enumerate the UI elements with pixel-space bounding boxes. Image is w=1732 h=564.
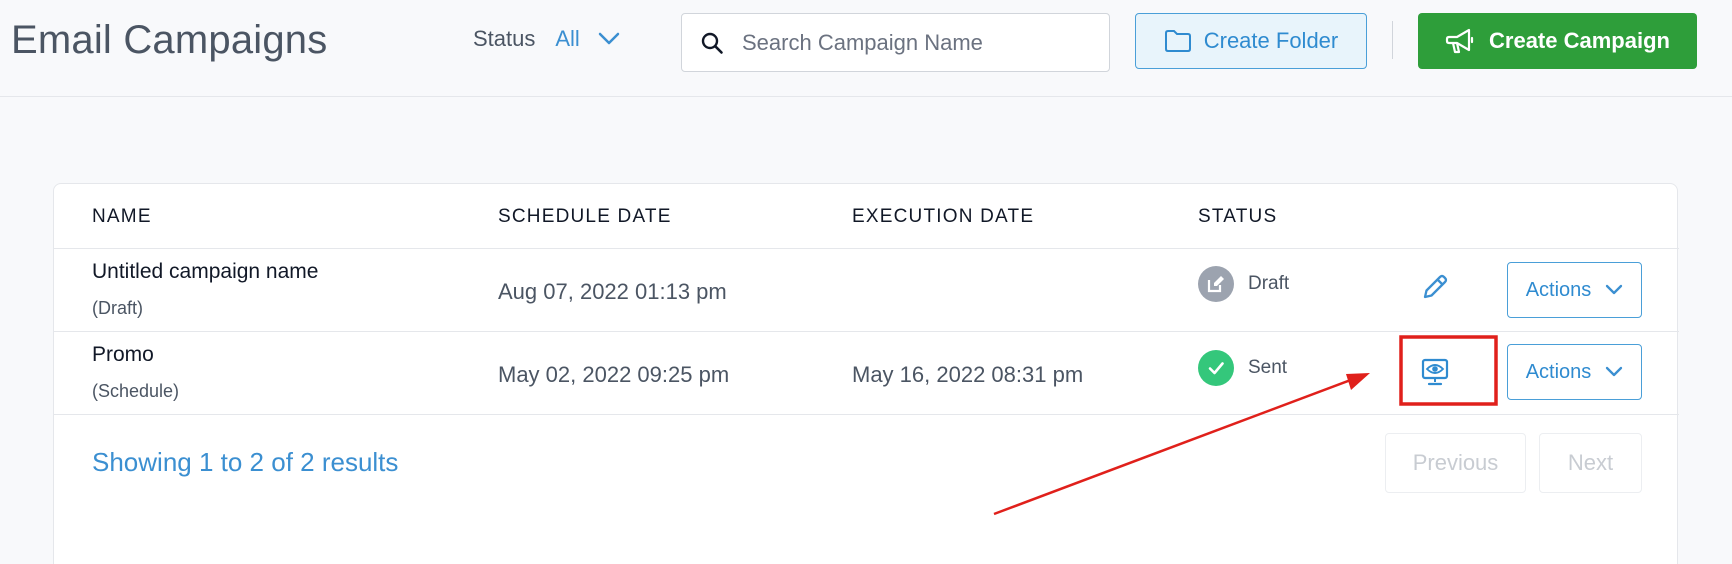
preview-eye-icon[interactable] [1418,355,1452,389]
search-box[interactable] [681,13,1110,72]
page-header: Email Campaigns Status All Create Folder… [0,0,1732,97]
campaign-name[interactable]: Promo [92,343,154,367]
create-folder-button[interactable]: Create Folder [1135,13,1367,69]
status-filter-label: Status [473,26,536,51]
row-divider [54,331,1679,332]
previous-button[interactable]: Previous [1385,433,1526,493]
header-divider [1392,21,1393,59]
schedule-date: Aug 07, 2022 01:13 pm [498,279,727,304]
actions-label: Actions [1525,278,1592,301]
row-divider [54,248,1679,249]
search-icon [701,32,723,54]
create-campaign-button[interactable]: Create Campaign [1418,13,1697,69]
status-text: Sent [1248,357,1288,378]
folder-icon [1164,30,1191,52]
chevron-down-icon [1606,284,1623,295]
pencil-icon[interactable] [1420,272,1450,302]
campaign-subtype: (Draft) [92,298,143,318]
draft-status-icon [1198,266,1234,302]
campaign-subtype: (Schedule) [92,381,180,401]
results-summary: Showing 1 to 2 of 2 results [92,447,399,477]
execution-date: May 16, 2022 08:31 pm [852,362,1084,387]
status-cell: Sent [1198,350,1287,386]
check-circle-icon [1198,350,1234,386]
actions-dropdown-button[interactable]: Actions [1507,344,1642,400]
chevron-down-icon[interactable] [598,32,620,46]
campaign-name[interactable]: Untitled campaign name [92,260,318,284]
campaigns-table-card: NAME SCHEDULE DATE EXECUTION DATE STATUS… [53,183,1679,564]
chevron-down-icon [1606,366,1623,377]
create-folder-label: Create Folder [1203,28,1339,53]
next-button[interactable]: Next [1539,433,1642,493]
page-title: Email Campaigns [11,18,328,62]
megaphone-icon [1445,28,1474,54]
column-header-name: NAME [92,206,152,227]
status-cell: Draft [1198,266,1289,302]
actions-label: Actions [1525,360,1592,383]
status-filter[interactable]: Status All [473,26,620,52]
column-header-execution-date: EXECUTION DATE [852,206,1035,227]
row-divider [54,414,1679,415]
column-header-schedule-date: SCHEDULE DATE [498,206,672,227]
search-input[interactable] [742,29,1072,56]
status-filter-value[interactable]: All [555,26,579,52]
status-text: Draft [1248,273,1290,294]
schedule-date: May 02, 2022 09:25 pm [498,362,730,387]
create-campaign-label: Create Campaign [1489,28,1670,53]
actions-dropdown-button[interactable]: Actions [1507,262,1642,318]
column-header-status: STATUS [1198,206,1278,227]
